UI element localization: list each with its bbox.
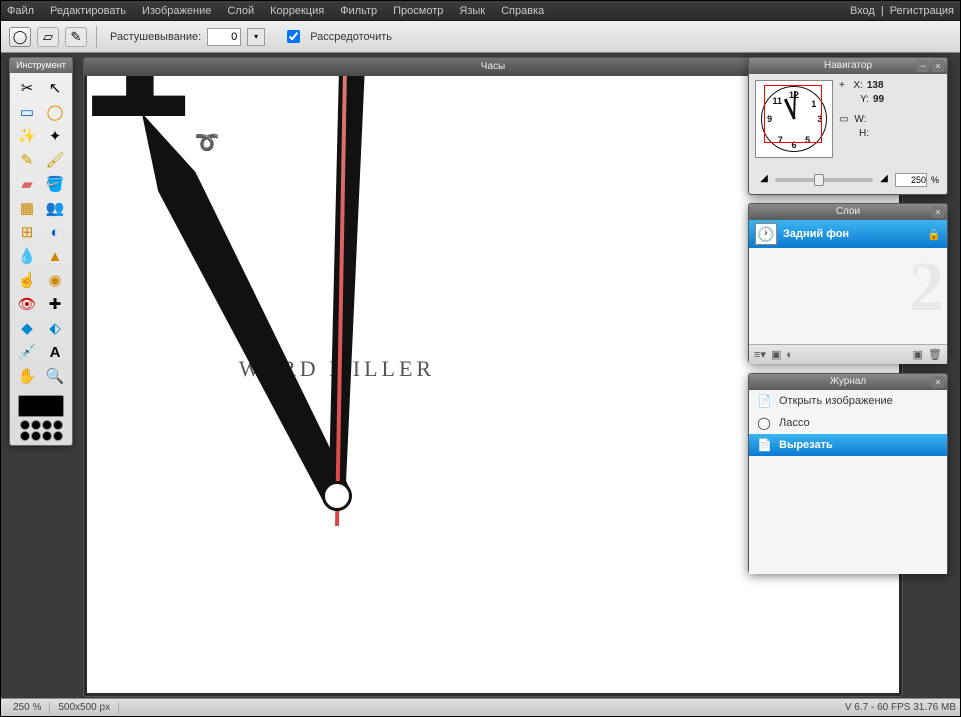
picker-tool-icon[interactable]: 💉 [14,341,40,363]
history-panel: Журнал× 📄 Открыть изображение ◯ Лассо 📄 Вырез… [748,373,948,573]
layers-close-icon[interactable]: × [932,206,944,218]
menu-edit[interactable]: Редактировать [50,5,126,17]
history-item-label: Открыть изображение [779,395,893,407]
menu-help[interactable]: Справка [501,5,544,17]
spot-tool-icon[interactable]: ✚ [42,293,68,315]
history-item-label: Лассо [779,417,810,429]
layer-del-icon[interactable]: 🗑 [928,348,942,361]
menu-filter[interactable]: Фильтр [340,5,377,17]
navigator-title[interactable]: Навигатор−× [749,58,947,74]
marquee-tool-icon[interactable]: ▭ [14,101,40,123]
workspace: Часы − □ × 12 1 2 3 4 8 9 10 11 WARD MIL… [1,53,960,716]
history-item-label: Вырезать [779,439,833,451]
zoom-out-icon[interactable]: ◢ [757,173,771,187]
tool-panel-title: Инструмент [10,58,72,73]
zoom-in-icon[interactable]: ◢ [877,173,891,187]
login-link[interactable]: Вход [850,5,875,17]
crosshair-icon: + [839,80,845,91]
nav-x: 138 [867,80,884,91]
menu-adjust[interactable]: Коррекция [270,5,324,17]
redeye-tool-icon[interactable]: 👁 [14,293,40,315]
poly-lasso-icon[interactable]: ▱ [37,27,59,47]
history-item-icon: 📄 [757,438,771,452]
smudge-tool-icon[interactable]: ☝ [14,269,40,291]
layer-thumb-icon: 🕐 [755,223,777,245]
status-dim: 500x500 px [50,702,119,713]
blur-tool-icon[interactable]: 💧 [14,245,40,267]
lasso-cursor-icon: ➰ [195,130,220,155]
status-version: V 6.7 - 60 FPS 31.76 MB [845,702,956,713]
stamp-tool-icon[interactable]: ⊞ [14,221,40,243]
zoom-slider[interactable] [775,178,873,182]
auth-sep: | [881,5,884,17]
lasso-tool2-icon[interactable]: ◯ [42,101,68,123]
scatter-label: Рассредоточить [310,31,392,43]
wand-tool-icon[interactable]: ✨ [14,125,40,147]
canvas-title: Часы [481,61,505,72]
history-item[interactable]: ◯ Лассо [749,412,947,434]
lock-icon[interactable]: 🔒 [927,228,941,241]
layer-row[interactable]: 🕐 Задний фон 🔒 [749,220,947,248]
layers-panel: Слои× 🕐 Задний фон 🔒 ≡▾ ▣ ◐ ▣ 🗑 [748,203,948,363]
menu-image[interactable]: Изображение [142,5,211,17]
clone-tool-icon[interactable]: 👥 [42,197,68,219]
menu-view[interactable]: Просмотр [393,5,443,17]
history-item[interactable]: 📄 Открыть изображение [749,390,947,412]
history-title[interactable]: Журнал× [749,374,947,390]
sponge-tool-icon[interactable]: ◉ [42,269,68,291]
history-close-icon[interactable]: × [932,376,944,388]
register-link[interactable]: Регистрация [890,5,954,17]
color-swatch[interactable] [18,395,64,417]
gradient-tool-icon[interactable]: ▦ [14,197,40,219]
bucket-tool-icon[interactable]: 🪣 [42,173,68,195]
pinch-tool-icon[interactable]: ⬖ [42,317,68,339]
layer-name: Задний фон [783,228,849,240]
status-bar: 250 % 500x500 px V 6.7 - 60 FPS 31.76 MB [1,698,960,716]
eraser-tool-icon[interactable]: ▰ [14,173,40,195]
history-item-icon: ◯ [757,416,771,430]
layer-opt-icon[interactable]: ≡▾ [754,348,766,361]
move-tool-icon[interactable]: ↖ [42,77,68,99]
feather-label: Растушевывание: [110,31,201,43]
sharpen-tool-icon[interactable]: ▲ [42,245,68,267]
nav-min-icon[interactable]: − [917,60,929,72]
menu-file[interactable]: Файл [7,5,34,17]
layers-title[interactable]: Слои× [749,204,947,220]
layer-mask-icon[interactable]: ◐ [786,349,793,361]
replace-tool-icon[interactable]: ◐ [42,221,68,243]
history-item-icon: 📄 [757,394,771,408]
options-bar: ◯ ▱ ✎ Растушевывание: ▾ Рассредоточить [1,21,960,53]
feather-input[interactable] [207,28,241,46]
crop-tool-icon[interactable]: ✂ [14,77,40,99]
size-icon: ▭ [839,114,848,125]
history-item[interactable]: 📄 Вырезать [749,434,947,456]
menu-layer[interactable]: Слой [227,5,254,17]
tool-panel: Инструмент ✂↖ ▭◯ ✨✦ ✎🖌 ▰🪣 ▦👥 ⊞◐ 💧▲ ☝◉ 👁✚… [9,57,73,446]
zoom-pct: % [931,175,939,185]
magnetic-lasso-icon[interactable]: ✎ [65,27,87,47]
pencil-tool-icon[interactable]: ✎ [14,149,40,171]
zoom-input[interactable] [895,173,927,187]
brush-tool-icon[interactable]: 🖌 [42,149,68,171]
navigator-thumbnail[interactable]: 1213 567 911 [755,80,833,158]
layer-new-icon[interactable]: ▣ [771,348,781,361]
nav-close-icon[interactable]: × [932,60,944,72]
type-tool-icon[interactable]: A [42,341,68,363]
layer-dup-icon[interactable]: ▣ [913,348,923,361]
navigator-panel: Навигатор−× 1213 567 911 +X:138 Y:99 ▭W:… [748,57,948,195]
nav-y: 99 [873,94,884,105]
bloat-tool-icon[interactable]: ◆ [14,317,40,339]
lasso-tool-icon[interactable]: ◯ [9,27,31,47]
wand2-tool-icon[interactable]: ✦ [42,125,68,147]
hand-tool-icon[interactable]: ✋ [14,365,40,387]
menu-bar: Файл Редактировать Изображение Слой Корр… [1,1,960,21]
zoom-tool-icon[interactable]: 🔍 [42,365,68,387]
menu-lang[interactable]: Язык [459,5,485,17]
status-zoom: 250 % [5,702,50,713]
scatter-checkbox[interactable] [287,30,300,43]
feather-dropdown[interactable]: ▾ [247,28,265,46]
color-palette[interactable] [20,420,63,441]
